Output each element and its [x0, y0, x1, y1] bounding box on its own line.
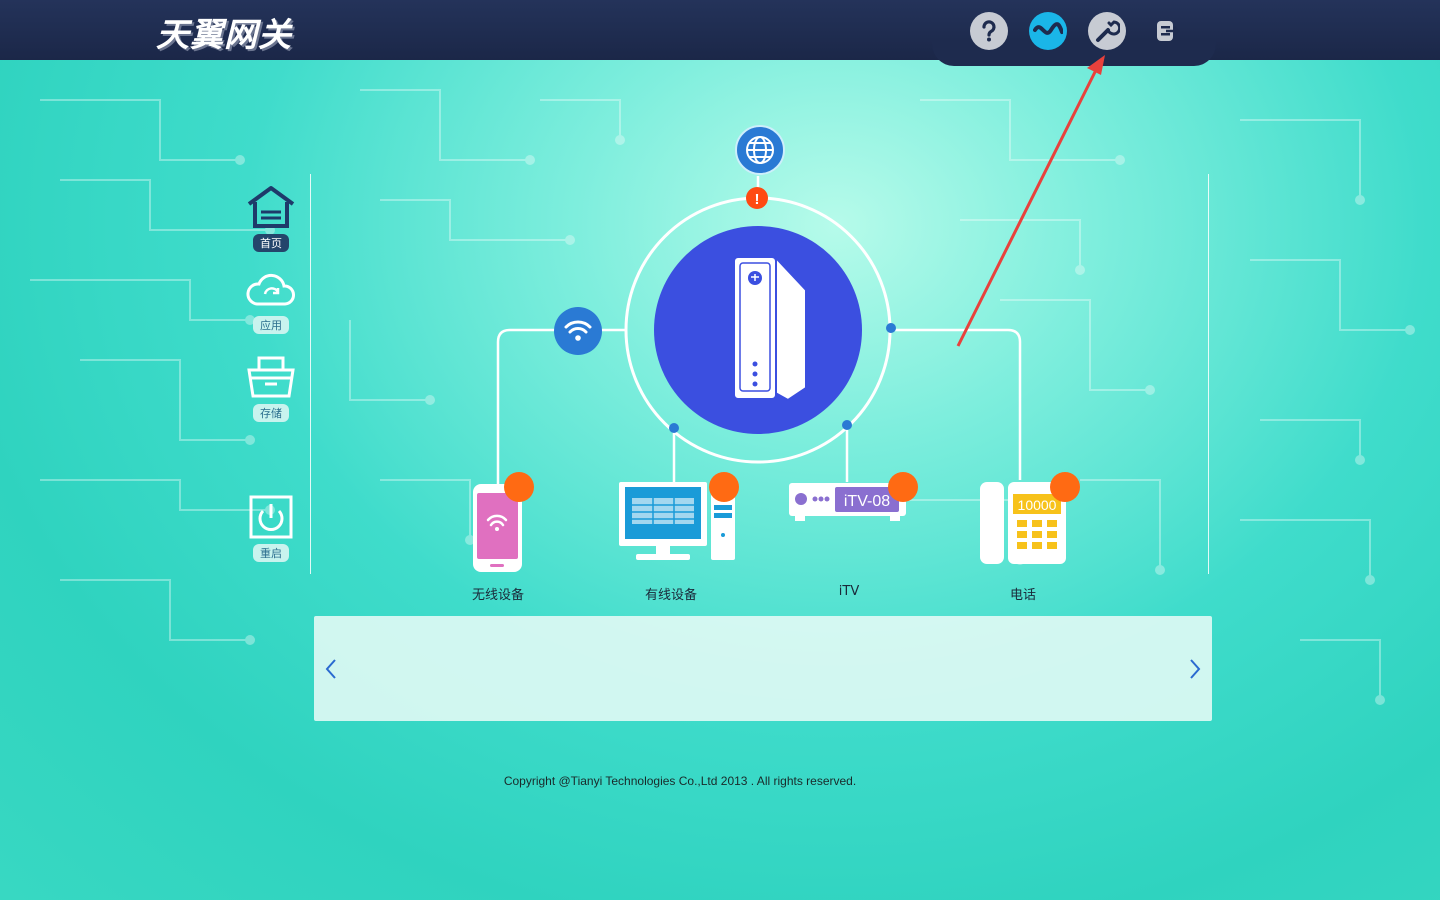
- link-dot: [886, 323, 896, 333]
- internet-button[interactable]: [735, 125, 785, 175]
- device-badge: [888, 472, 918, 502]
- gateway-button[interactable]: [654, 226, 862, 434]
- cloud-refresh-icon: [246, 273, 295, 306]
- sidebar-item-reboot[interactable]: 重启: [238, 494, 304, 562]
- link-dot: [669, 423, 679, 433]
- gateway-device-icon: [733, 255, 807, 402]
- alert-symbol: !: [755, 191, 760, 208]
- sidebar-item-home[interactable]: 首页: [238, 184, 304, 252]
- sidebar-item-apps[interactable]: 应用: [238, 268, 304, 334]
- settings-button[interactable]: [1088, 12, 1126, 50]
- wifi-button[interactable]: [554, 307, 602, 355]
- chevron-right-icon: [1190, 659, 1201, 679]
- message-panel: [314, 616, 1212, 721]
- wireless-device-button[interactable]: [473, 472, 534, 572]
- network-status-icon: [1033, 22, 1063, 35]
- divider-left: [310, 174, 311, 574]
- wired-device-button[interactable]: [619, 472, 739, 560]
- home-icon: [247, 186, 295, 228]
- device-label-phone[interactable]: 电话: [963, 584, 1083, 603]
- alert-badge[interactable]: !: [746, 187, 768, 209]
- help-icon: [982, 20, 996, 42]
- network-topology-diagram: ! iTV-08 10000: [473, 55, 1105, 572]
- network-status-button[interactable]: [1029, 12, 1067, 50]
- phone-screen-text: 10000: [1018, 497, 1057, 513]
- device-label-itv[interactable]: iTV: [789, 584, 909, 599]
- power-icon: [249, 495, 293, 539]
- device-badge: [1050, 472, 1080, 502]
- device-badge: [504, 472, 534, 502]
- divider-right: [1208, 174, 1209, 574]
- logo: 天翼网关: [156, 15, 292, 54]
- next-button[interactable]: [1180, 654, 1210, 684]
- link-dot: [842, 420, 852, 430]
- sidebar-item-label: 重启: [253, 544, 289, 562]
- prev-button[interactable]: [316, 654, 346, 684]
- device-label-wireless[interactable]: 无线设备: [438, 584, 558, 603]
- annotation-arrow: [956, 55, 1105, 347]
- telephone-device-button[interactable]: 10000: [980, 472, 1080, 564]
- itv-screen-text: iTV-08: [844, 493, 890, 510]
- top-bar: 天翼网关: [0, 0, 1440, 66]
- sidebar-item-label: 存储: [253, 404, 289, 422]
- help-button[interactable]: [970, 12, 1008, 50]
- sidebar-item-label: 首页: [253, 234, 289, 252]
- device-badge: [709, 472, 739, 502]
- settings-wrench-icon: [1096, 20, 1120, 42]
- sidebar-item-label: 应用: [253, 316, 289, 334]
- sidebar-item-storage[interactable]: 存储: [238, 354, 304, 422]
- itv-device-button[interactable]: iTV-08: [789, 472, 918, 521]
- storage-basket-icon: [247, 356, 295, 398]
- chevron-left-icon: [325, 659, 336, 679]
- logout-icon: [1157, 21, 1180, 41]
- copyright-text: Copyright @Tianyi Technologies Co.,Ltd 2…: [503, 774, 857, 788]
- device-label-wired[interactable]: 有线设备: [611, 584, 731, 603]
- logout-button[interactable]: [1150, 14, 1184, 48]
